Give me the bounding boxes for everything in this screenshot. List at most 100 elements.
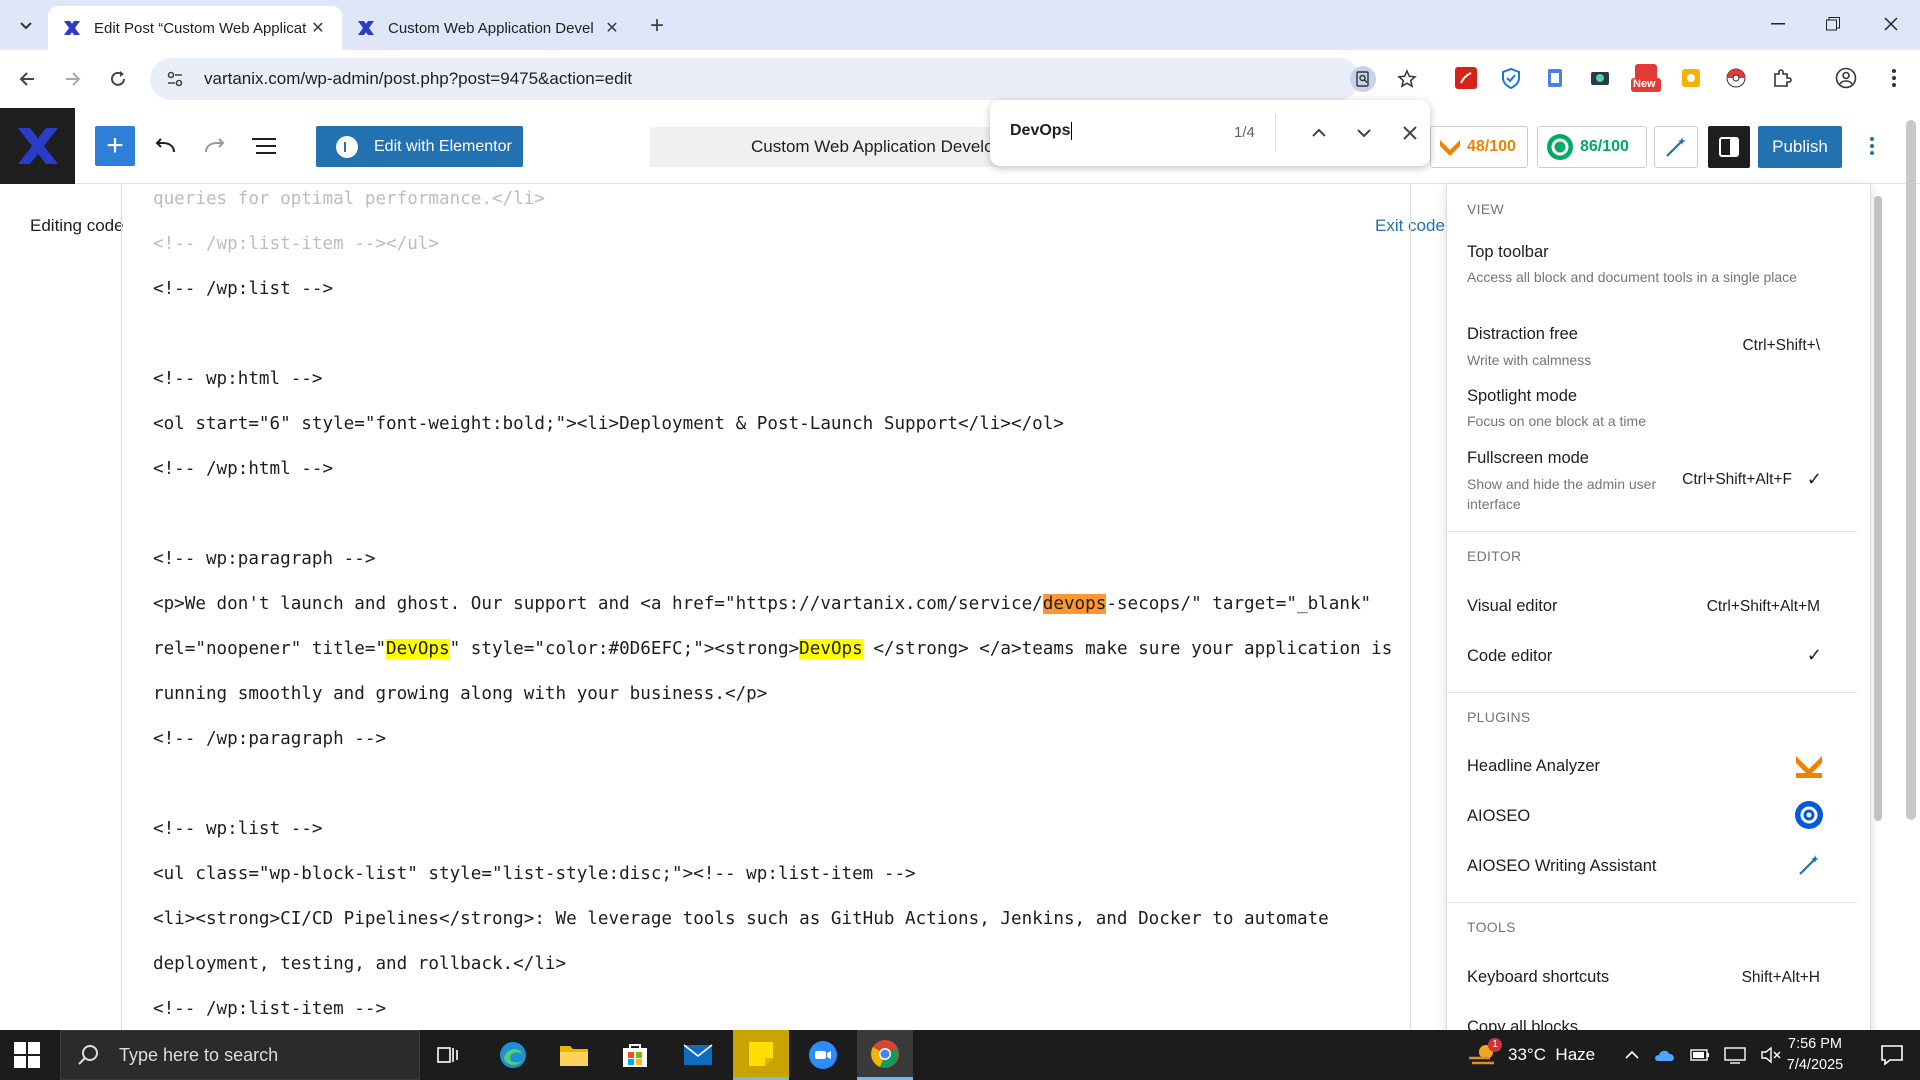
code-line: <!-- /wp:html -->	[153, 459, 334, 479]
tab-edit-post[interactable]: Edit Post “Custom Web Applicat ✕	[48, 6, 342, 50]
network-icon[interactable]	[1724, 1046, 1746, 1064]
extensions-puzzle-icon[interactable]	[1768, 64, 1796, 92]
code-editor-textarea[interactable]: queries for optimal performance.</li> <!…	[121, 184, 1411, 1034]
settings-sidebar-toggle[interactable]	[1708, 126, 1750, 168]
tab-title: Edit Post “Custom Web Applicat	[94, 19, 307, 37]
bookmark-star-icon[interactable]	[1394, 66, 1420, 92]
browser-tab-strip: Edit Post “Custom Web Applicat ✕ Custom …	[0, 0, 1920, 50]
taskbar-zoom[interactable]	[795, 1030, 851, 1080]
close-tab-icon[interactable]: ✕	[602, 18, 622, 38]
menu-item-top-toolbar[interactable]: Top toolbar	[1467, 243, 1549, 262]
menu-item-description: Show and hide the admin user interface	[1467, 476, 1657, 512]
menu-item-code-editor[interactable]: Code editor	[1467, 647, 1552, 666]
page-scrollbar[interactable]	[1906, 120, 1916, 820]
close-window-icon[interactable]	[1868, 8, 1914, 40]
find-in-page-icon[interactable]	[1350, 66, 1376, 92]
windows-start-button[interactable]	[14, 1042, 40, 1068]
site-info-icon[interactable]	[166, 70, 184, 88]
windows-logo-icon	[14, 1042, 40, 1068]
taskbar-file-explorer[interactable]	[546, 1030, 602, 1080]
browser-menu-icon[interactable]	[1880, 64, 1908, 92]
menu-item-description: Access all block and document tools in a…	[1467, 269, 1797, 285]
menu-item-aioseo-writing-assistant[interactable]: AIOSEO Writing Assistant	[1467, 857, 1657, 876]
chevron-down-icon	[20, 22, 32, 30]
options-menu-button[interactable]	[1860, 128, 1884, 164]
menu-item-description: Focus on one block at a time	[1467, 413, 1646, 429]
pdf-extension-icon[interactable]	[1452, 64, 1480, 92]
document-title-bar[interactable]: Custom Web Application Develop	[650, 127, 1000, 167]
menu-scrollbar[interactable]	[1874, 196, 1882, 821]
taskbar-clock[interactable]: 7:56 PM 7/4/2025	[1760, 1034, 1870, 1076]
document-title: Custom Web Application Develop	[751, 137, 1000, 156]
taskbar-search-box[interactable]: Type here to search	[60, 1030, 420, 1080]
new-tab-button[interactable]: +	[650, 12, 664, 40]
battery-icon[interactable]	[1690, 1048, 1710, 1062]
find-close-button[interactable]	[1397, 120, 1423, 146]
taskbar-edge[interactable]	[485, 1030, 541, 1080]
mail-icon	[683, 1044, 713, 1065]
search-icon	[78, 1045, 98, 1065]
system-tray	[1624, 1030, 1782, 1080]
chrome-browser-icon	[871, 1039, 899, 1068]
tab-custom-web-app[interactable]: Custom Web Application Devel ✕	[342, 6, 636, 50]
reload-button[interactable]	[103, 64, 133, 94]
menu-item-visual-editor[interactable]: Visual editor	[1467, 597, 1558, 616]
taskbar-chrome[interactable]	[857, 1030, 913, 1080]
aioseo-gear-icon	[1794, 800, 1824, 830]
site-logo[interactable]	[0, 108, 75, 184]
edit-with-elementor-button[interactable]: Edit with Elementor	[316, 126, 523, 167]
tools-section-heading: TOOLS	[1467, 919, 1516, 935]
tab-search-button[interactable]	[10, 10, 42, 40]
find-previous-button[interactable]	[1306, 120, 1332, 146]
onedrive-cloud-icon[interactable]	[1654, 1048, 1676, 1062]
document-overview-button[interactable]	[246, 128, 282, 164]
taskbar-mail[interactable]	[670, 1030, 726, 1080]
back-button[interactable]	[12, 64, 42, 94]
publish-button[interactable]: Publish	[1758, 126, 1842, 168]
menu-divider	[1447, 692, 1857, 693]
new-extension-icon[interactable]: New	[1630, 64, 1662, 92]
menu-item-headline-analyzer[interactable]: Headline Analyzer	[1467, 757, 1600, 776]
restore-window-icon[interactable]	[1810, 8, 1856, 40]
menu-item-spotlight-mode[interactable]: Spotlight mode	[1467, 387, 1577, 406]
chevron-up-icon[interactable]	[1624, 1050, 1640, 1060]
forward-button[interactable]	[58, 64, 88, 94]
undo-button[interactable]	[147, 128, 183, 164]
task-view-button[interactable]	[420, 1030, 476, 1080]
folder-icon	[560, 1046, 588, 1066]
find-next-button[interactable]	[1351, 120, 1377, 146]
profile-avatar-icon[interactable]	[1832, 64, 1860, 92]
seo-score-button[interactable]: 86/100	[1537, 126, 1647, 168]
weather-widget[interactable]: 1 33°C Haze	[1468, 1030, 1595, 1080]
menu-item-keyboard-shortcuts[interactable]: Keyboard shortcuts	[1467, 968, 1609, 987]
pokeball-extension-icon[interactable]	[1722, 64, 1750, 92]
task-view-icon	[437, 1047, 458, 1063]
find-query-input[interactable]: DevOps	[1010, 122, 1072, 140]
shield-extension-icon[interactable]	[1497, 64, 1525, 92]
minimize-window-icon[interactable]	[1755, 8, 1801, 40]
screen-capture-extension-icon[interactable]	[1586, 64, 1614, 92]
code-line: deployment, testing, and rollback.</li>	[153, 954, 567, 974]
address-bar[interactable]: vartanix.com/wp-admin/post.php?post=9475…	[150, 58, 1417, 100]
menu-item-distraction-free[interactable]: Distraction free	[1467, 325, 1578, 344]
code-line: <!-- /wp:list-item -->	[153, 999, 387, 1019]
close-tab-icon[interactable]: ✕	[308, 18, 328, 38]
menu-item-aioseo[interactable]: AIOSEO	[1467, 807, 1530, 826]
code-line: <!-- /wp:list-item --></ul>	[153, 234, 439, 254]
tab-title: Custom Web Application Devel	[388, 19, 594, 37]
chevron-down-icon	[1357, 129, 1371, 138]
writing-assistant-button[interactable]	[1654, 126, 1698, 168]
headline-score-button[interactable]: 48/100	[1430, 126, 1528, 168]
docs-extension-icon[interactable]	[1541, 64, 1569, 92]
coupon-extension-icon[interactable]	[1677, 64, 1705, 92]
menu-item-fullscreen-mode[interactable]: Fullscreen mode	[1467, 449, 1589, 468]
find-match: DevOps	[386, 639, 450, 659]
editor-options-menu: VIEW Top toolbar Access all block and do…	[1446, 183, 1871, 1035]
taskbar-store[interactable]	[607, 1030, 663, 1080]
add-block-button[interactable]: +	[95, 126, 135, 166]
notifications-button[interactable]	[1864, 1030, 1920, 1080]
code-line: <ol start="6" style="font-weight:bold;">…	[153, 414, 1064, 434]
redo-button[interactable]	[197, 128, 233, 164]
taskbar-sticky-notes[interactable]	[733, 1030, 789, 1080]
vartanix-favicon-icon	[64, 21, 80, 35]
